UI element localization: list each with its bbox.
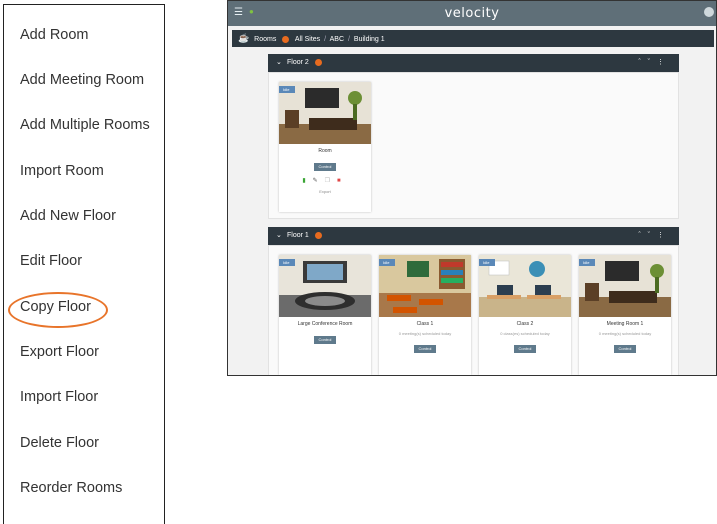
menu-item-import-floor[interactable]: Import Floor [20, 389, 98, 405]
control-button[interactable]: Control [614, 345, 636, 353]
status-badge: Idle [479, 259, 496, 266]
breadcrumb-separator: / [348, 36, 350, 43]
room-name: Room [318, 148, 332, 154]
app-logo: velocity [444, 6, 500, 21]
edit-icon[interactable]: ✎ [313, 178, 325, 184]
room-schedule: 0 class(es) scheduled today [500, 331, 550, 336]
breadcrumb-all-sites[interactable]: All Sites [295, 36, 320, 43]
room-thumbnail: Idle [279, 255, 371, 317]
room-thumbnail: Idle [379, 255, 471, 317]
menu-item-add-room[interactable]: Add Room [20, 27, 89, 43]
room-actions: ▮✎❐■ [279, 177, 371, 184]
room-card[interactable]: Idle Meeting Room 1 0 meeting(s) schedul… [579, 255, 671, 375]
rooms-icon: ☕ [238, 33, 250, 43]
floor-title: Floor 2 [287, 59, 309, 66]
control-button[interactable]: Control [314, 163, 336, 171]
help-icon[interactable] [315, 232, 322, 239]
menu-item-edit-floor[interactable]: Edit Floor [20, 253, 82, 269]
help-icon[interactable] [282, 35, 290, 43]
copy-floor-highlight-ring [8, 292, 108, 328]
room-card[interactable]: Idle Large Conference Room Control [279, 255, 371, 375]
floor-body-floor-2: Idle Room Control ▮✎❐■ Export [268, 72, 679, 219]
menu-item-add-new-floor[interactable]: Add New Floor [20, 208, 116, 224]
floor-title: Floor 1 [287, 232, 309, 239]
control-button[interactable]: Control [314, 336, 336, 344]
breadcrumb: ☕ Rooms All Sites / ABC / Building 1 [232, 30, 714, 47]
room-card[interactable]: Idle Room Control ▮✎❐■ Export [279, 82, 371, 212]
floor-header-floor-1[interactable]: ⌄ Floor 1 ˆˇ⋮ [268, 227, 679, 245]
status-badge: Idle [279, 259, 296, 266]
room-card[interactable]: Idle Class 1 0 meeting(s) scheduled toda… [379, 255, 471, 375]
top-bar: ☰ ● velocity [228, 1, 716, 26]
chevron-down-icon[interactable]: ⌄ [276, 227, 282, 245]
breadcrumb-title: Rooms [254, 36, 277, 43]
copy-icon[interactable]: ❐ [325, 178, 337, 184]
room-name: Large Conference Room [297, 321, 353, 327]
room-thumbnail: Idle [579, 255, 671, 317]
menu-item-add-meeting-room[interactable]: Add Meeting Room [20, 72, 144, 88]
menu-item-import-room[interactable]: Import Room [20, 163, 104, 179]
room-thumbnail: Idle [279, 82, 371, 144]
status-badge: Idle [279, 86, 296, 93]
menu-item-reorder-rooms[interactable]: Reorder Rooms [20, 480, 122, 496]
velocity-app-window: ☰ ● velocity ☕ Rooms All Sites / ABC / B… [227, 0, 717, 376]
user-avatar[interactable] [704, 7, 714, 17]
breadcrumb-abc[interactable]: ABC [330, 36, 344, 43]
room-name: Class 2 [516, 321, 534, 327]
room-schedule: 0 meeting(s) scheduled today [598, 331, 652, 336]
shield-icon[interactable]: ▮ [302, 178, 312, 184]
floor-controls[interactable]: ˆˇ⋮ [638, 54, 671, 72]
control-button[interactable]: Control [514, 345, 536, 353]
room-name: Class 1 [416, 321, 434, 327]
floor-header-floor-2[interactable]: ⌄ Floor 2 ˆˇ⋮ [268, 54, 679, 72]
floor-body-floor-1: Idle Large Conference Room Control Idle … [268, 245, 679, 375]
delete-icon[interactable]: ■ [337, 178, 348, 184]
room-schedule: 0 meeting(s) scheduled today [398, 331, 452, 336]
menu-item-export-floor[interactable]: Export Floor [20, 344, 99, 360]
status-badge: Idle [579, 259, 596, 266]
help-icon[interactable] [315, 59, 322, 66]
room-name: Meeting Room 1 [606, 321, 644, 327]
menu-item-delete-floor[interactable]: Delete Floor [20, 435, 99, 451]
breadcrumb-building[interactable]: Building 1 [354, 36, 385, 43]
chevron-down-icon[interactable]: ⌄ [276, 54, 282, 72]
breadcrumb-separator: / [324, 36, 327, 43]
status-badge: Idle [379, 259, 396, 266]
room-thumbnail: Idle [479, 255, 571, 317]
export-link[interactable]: Export [279, 189, 371, 194]
control-button[interactable]: Control [414, 345, 436, 353]
menu-item-add-multiple-rooms[interactable]: Add Multiple Rooms [20, 117, 150, 133]
floor-controls[interactable]: ˆˇ⋮ [638, 227, 671, 245]
context-menu: Add Room Add Meeting Room Add Multiple R… [3, 4, 165, 524]
room-card[interactable]: Idle Class 2 0 class(es) scheduled today… [479, 255, 571, 375]
